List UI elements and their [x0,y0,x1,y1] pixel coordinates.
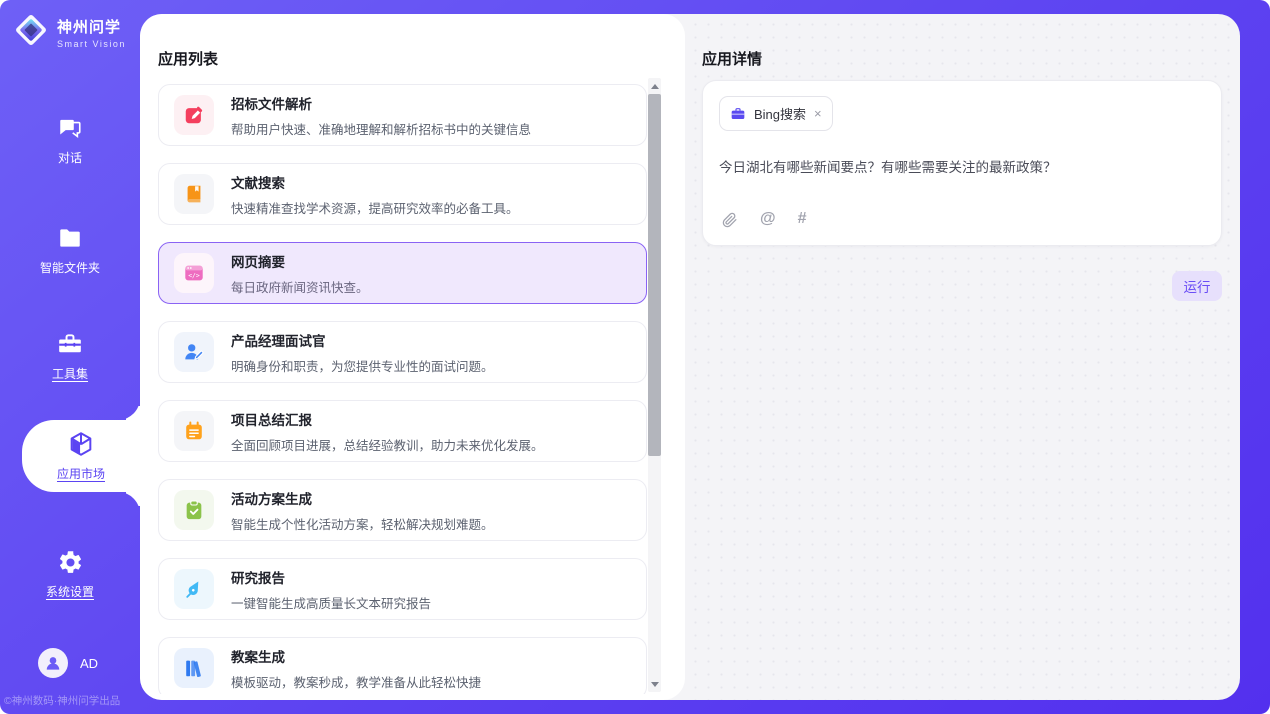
doc-edit-icon [174,95,214,135]
tool-chip-label: Bing搜索 [754,104,806,123]
ink-pen-icon [174,569,214,609]
user-name: AD [80,656,98,671]
sidebar-item-smart-folder[interactable]: 智能文件夹 [0,214,140,286]
app-description: 明确身份和职责，为您提供专业性的面试问题。 [231,356,494,375]
sidebar-item-label: 应用市场 [57,465,105,482]
gear-icon [56,548,84,576]
cube-icon [67,430,95,458]
scrollbar[interactable] [648,78,661,692]
app-name: 研究报告 [231,567,431,587]
sidebar-item-label: 智能文件夹 [40,259,100,276]
app-description: 每日政府新闻资讯快查。 [231,277,369,296]
tool-chip-bing[interactable]: Bing搜索 × [719,96,833,131]
app-list-item[interactable]: 教案生成 模板驱动，教案秒成，教学准备从此轻松快捷 [158,637,647,694]
app-description: 全面回顾项目进展，总结经验教训，助力未来优化发展。 [231,435,544,454]
app-description: 快速精准查找学术资源，提高研究效率的必备工具。 [231,198,519,217]
app-list: 招标文件解析 帮助用户快速、准确地理解和解析招标书中的关键信息 文献搜索 快速精… [158,84,647,694]
app-list-item[interactable]: </> 网页摘要 每日政府新闻资讯快查。 [158,242,647,304]
run-button[interactable]: 运行 [1172,271,1222,301]
query-composer[interactable]: Bing搜索 × 今日湖北有哪些新闻要点？有哪些需要关注的最新政策？ @# [702,80,1222,246]
app-name: 文献搜索 [231,172,519,192]
briefcase-icon [730,106,746,122]
triangle-up-icon [651,84,659,89]
sidebar-item-settings[interactable]: 系统设置 [0,538,140,610]
sidebar-nav: 对话 智能文件夹 工具集 应用市场 系统设置 [0,0,140,714]
calendar-note-icon [174,411,214,451]
main-content: 应用列表 招标文件解析 帮助用户快速、准确地理解和解析招标书中的关键信息 文献搜… [140,14,1240,700]
app-description: 智能生成个性化活动方案，轻松解决规划难题。 [231,514,494,533]
app-window: 神州问学 Smart Vision 对话 智能文件夹 工具集 应用市场 系统设置… [0,0,1270,714]
app-name: 招标文件解析 [231,93,531,113]
app-description: 一键智能生成高质量长文本研究报告 [231,593,431,612]
app-name: 网页摘要 [231,251,369,271]
app-list-item[interactable]: 招标文件解析 帮助用户快速、准确地理解和解析招标书中的关键信息 [158,84,647,146]
app-list-item[interactable]: 项目总结汇报 全面回顾项目进展，总结经验教训，助力未来优化发展。 [158,400,647,462]
sidebar: 神州问学 Smart Vision 对话 智能文件夹 工具集 应用市场 系统设置… [0,0,140,714]
sidebar-item-label: 工具集 [52,365,88,382]
paperclip-icon[interactable] [721,211,738,228]
sidebar-item-dialog[interactable]: 对话 [0,104,140,176]
book-icon [174,174,214,214]
chip-close-icon[interactable]: × [814,107,822,120]
app-name: 活动方案生成 [231,488,494,508]
attachment-toolbar: @# [721,210,807,228]
person-icon [43,653,63,673]
triangle-down-icon [651,682,659,687]
scroll-down-button[interactable] [648,678,661,690]
app-list-panel: 应用列表 招标文件解析 帮助用户快速、准确地理解和解析招标书中的关键信息 文献搜… [140,14,685,700]
hash-icon[interactable]: # [798,210,807,228]
chat-icon [56,114,84,142]
avatar[interactable] [38,648,68,678]
app-description: 模板驱动，教案秒成，教学准备从此轻松快捷 [231,672,481,691]
books-icon [174,648,214,688]
app-name: 教案生成 [231,646,481,666]
app-list-item[interactable]: 活动方案生成 智能生成个性化活动方案，轻松解决规划难题。 [158,479,647,541]
at-sign-icon[interactable]: @ [760,210,776,228]
folder-icon [56,224,84,252]
app-name: 产品经理面试官 [231,330,494,350]
sidebar-item-toolset[interactable]: 工具集 [0,320,140,392]
user-account[interactable]: AD [38,648,98,678]
app-detail-panel: 应用详情 Bing搜索 × 今日湖北有哪些新闻要点？有哪些需要关注的最新政策？ … [685,14,1240,700]
clipboard-check-icon [174,490,214,530]
browser-code-icon: </> [174,253,214,293]
app-list-item[interactable]: 研究报告 一键智能生成高质量长文本研究报告 [158,558,647,620]
svg-text:</>: </> [188,271,200,279]
interviewer-icon [174,332,214,372]
sidebar-item-app-market[interactable]: 应用市场 [22,420,140,492]
sidebar-item-label: 对话 [58,149,82,166]
copyright: ©神州数码·神州问学出品 [4,693,120,708]
scrollbar-thumb[interactable] [648,94,661,456]
scroll-up-button[interactable] [648,80,661,92]
app-list-item[interactable]: 产品经理面试官 明确身份和职责，为您提供专业性的面试问题。 [158,321,647,383]
app-list-item[interactable]: 文献搜索 快速精准查找学术资源，提高研究效率的必备工具。 [158,163,647,225]
app-description: 帮助用户快速、准确地理解和解析招标书中的关键信息 [231,119,531,138]
toolbox-icon [56,330,84,358]
sidebar-item-label: 系统设置 [46,583,94,600]
app-name: 项目总结汇报 [231,409,544,429]
app-list-title: 应用列表 [158,48,685,69]
app-detail-title: 应用详情 [702,48,1240,69]
query-input[interactable]: 今日湖北有哪些新闻要点？有哪些需要关注的最新政策？ [719,158,1205,178]
